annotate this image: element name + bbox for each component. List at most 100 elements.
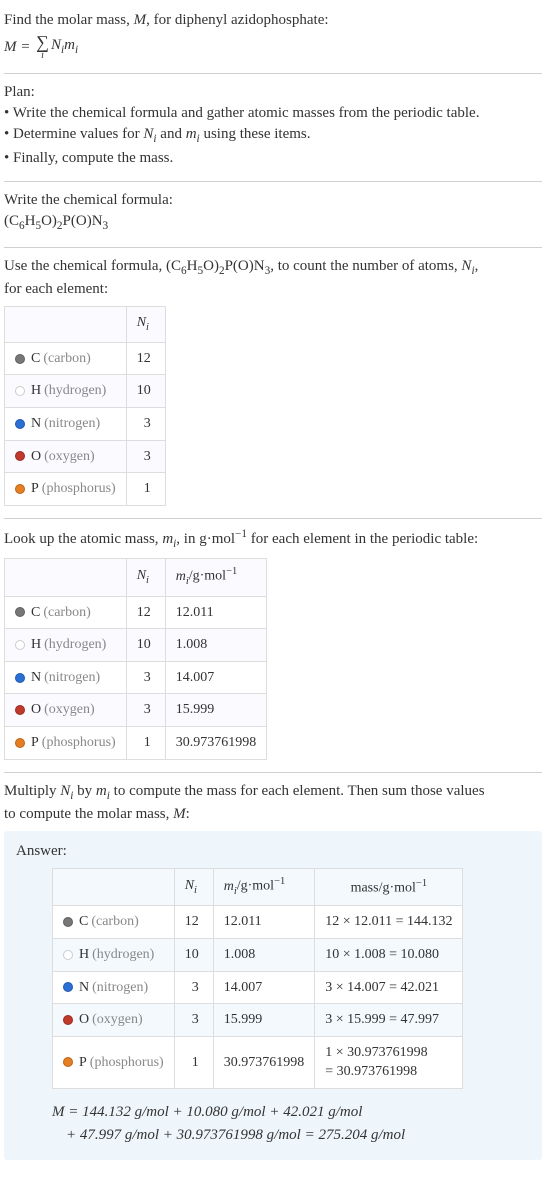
element-swatch <box>15 640 25 650</box>
count-atoms-heading-line2: for each element: <box>4 279 542 300</box>
element-swatch <box>63 950 73 960</box>
element-symbol: N <box>31 670 41 685</box>
write-formula-heading: Write the chemical formula: <box>4 190 542 211</box>
table-row: C(carbon) 12 12.011 <box>5 596 267 629</box>
element-swatch <box>15 673 25 683</box>
multiply-section: Multiply Ni by mi to compute the mass fo… <box>4 777 542 1168</box>
count-atoms-heading: Use the chemical formula, (C6H5O)2P(O)N3… <box>4 256 542 280</box>
mi-value: 15.999 <box>213 1004 315 1037</box>
element-symbol: O <box>79 1012 89 1027</box>
element-swatch <box>15 484 25 494</box>
element-symbol: H <box>79 947 89 962</box>
ni-value: 3 <box>126 661 165 694</box>
divider <box>4 772 542 773</box>
table-row: O(oxygen) 3 15.999 <box>5 694 267 727</box>
element-symbol: P <box>31 481 39 496</box>
element-name: (nitrogen) <box>92 980 148 995</box>
element-name: (oxygen) <box>92 1012 143 1027</box>
plan-section: Plan: • Write the chemical formula and g… <box>4 78 542 177</box>
table-row: C(carbon) 12 12.011 12 × 12.011 = 144.13… <box>53 906 463 939</box>
table-header-blank <box>5 307 127 342</box>
mi-value: 12.011 <box>165 596 267 629</box>
table-row: N(nitrogen) 3 14.007 3 × 14.007 = 42.021 <box>53 971 463 1004</box>
problem-text: Find the molar mass, M, for diphenyl azi… <box>4 10 542 31</box>
ni-value: 3 <box>174 1004 213 1037</box>
table-header-row: Ni <box>5 307 166 342</box>
table-header-row: Ni mi/g·mol−1 <box>5 559 267 596</box>
problem-statement: Find the molar mass, M, for diphenyl azi… <box>4 6 542 69</box>
ni-value: 10 <box>126 629 165 662</box>
mass-value: 10 × 1.008 = 10.080 <box>315 939 463 972</box>
multiply-heading-line2: to compute the molar mass, M: <box>4 804 542 825</box>
mi-value: 14.007 <box>165 661 267 694</box>
table-row: O(oxygen) 3 15.999 3 × 15.999 = 47.997 <box>53 1004 463 1037</box>
element-swatch <box>15 738 25 748</box>
table-header-ni: Ni <box>126 307 165 342</box>
ni-value: 12 <box>126 342 165 375</box>
mi-value: 1.008 <box>213 939 315 972</box>
table-row: P(phosphorus) 1 <box>5 473 166 506</box>
ni-value: 3 <box>126 407 165 440</box>
table-row: C(carbon) 12 <box>5 342 166 375</box>
divider <box>4 181 542 182</box>
table-row: P(phosphorus) 1 30.973761998 <box>5 726 267 759</box>
final-calculation: M = 144.132 g/mol + 10.080 g/mol + 42.02… <box>52 1101 530 1146</box>
element-swatch <box>63 1057 73 1067</box>
element-name: (carbon) <box>43 351 90 366</box>
table-row: H(hydrogen) 10 <box>5 375 166 408</box>
element-name: (carbon) <box>43 605 90 620</box>
element-symbol: O <box>31 449 41 464</box>
mass-value: 3 × 14.007 = 42.021 <box>315 971 463 1004</box>
mass-value-line1: 1 × 30.973761998 <box>325 1043 452 1063</box>
element-swatch <box>15 419 25 429</box>
chemical-formula: (C6H5O)2P(O)N3 <box>4 211 542 235</box>
element-symbol: H <box>31 383 41 398</box>
final-line2: + 47.997 g/mol + 30.973761998 g/mol = 27… <box>52 1124 530 1147</box>
element-symbol: C <box>79 914 88 929</box>
element-symbol: O <box>31 702 41 717</box>
table-row: H(hydrogen) 10 1.008 <box>5 629 267 662</box>
table-header-row: Ni mi/g·mol−1 mass/g·mol−1 <box>53 869 463 906</box>
element-symbol: N <box>31 416 41 431</box>
plan-item: • Finally, compute the mass. <box>4 148 542 169</box>
table-header-mi: mi/g·mol−1 <box>213 869 315 906</box>
divider <box>4 247 542 248</box>
atomic-mass-table: Ni mi/g·mol−1 C(carbon) 12 12.011 H(hydr… <box>4 558 267 759</box>
divider <box>4 73 542 74</box>
element-name: (hydrogen) <box>44 383 106 398</box>
element-name: (hydrogen) <box>44 637 106 652</box>
element-name: (phosphorus) <box>42 481 116 496</box>
multiply-heading: Multiply Ni by mi to compute the mass fo… <box>4 781 542 805</box>
element-symbol: C <box>31 351 40 366</box>
mi-value: 12.011 <box>213 906 315 939</box>
ni-value: 10 <box>174 939 213 972</box>
table-row: O(oxygen) 3 <box>5 440 166 473</box>
element-name: (nitrogen) <box>44 670 100 685</box>
element-swatch <box>15 607 25 617</box>
plan-item: • Write the chemical formula and gather … <box>4 103 542 124</box>
ni-value: 3 <box>174 971 213 1004</box>
element-swatch <box>63 982 73 992</box>
lookup-section: Look up the atomic mass, mi, in g·mol−1 … <box>4 523 542 768</box>
mass-value-line2: = 30.973761998 <box>325 1062 452 1082</box>
element-name: (phosphorus) <box>42 735 116 750</box>
element-symbol: P <box>31 735 39 750</box>
ni-value: 10 <box>126 375 165 408</box>
mass-value: 12 × 12.011 = 144.132 <box>315 906 463 939</box>
element-swatch <box>63 1015 73 1025</box>
table-row: H(hydrogen) 10 1.008 10 × 1.008 = 10.080 <box>53 939 463 972</box>
mi-value: 14.007 <box>213 971 315 1004</box>
table-row: P(phosphorus) 1 30.973761998 1 × 30.9737… <box>53 1036 463 1088</box>
mi-value: 30.973761998 <box>165 726 267 759</box>
table-header-blank <box>53 869 175 906</box>
element-symbol: C <box>31 605 40 620</box>
mass-value: 1 × 30.973761998 = 30.973761998 <box>315 1036 463 1088</box>
final-line1: M = 144.132 g/mol + 10.080 g/mol + 42.02… <box>52 1101 530 1124</box>
element-swatch <box>63 917 73 927</box>
table-row: N(nitrogen) 3 14.007 <box>5 661 267 694</box>
table-header-mass: mass/g·mol−1 <box>315 869 463 906</box>
mi-value: 30.973761998 <box>213 1036 315 1088</box>
write-formula-section: Write the chemical formula: (C6H5O)2P(O)… <box>4 186 542 243</box>
element-name: (oxygen) <box>44 449 95 464</box>
element-swatch <box>15 451 25 461</box>
